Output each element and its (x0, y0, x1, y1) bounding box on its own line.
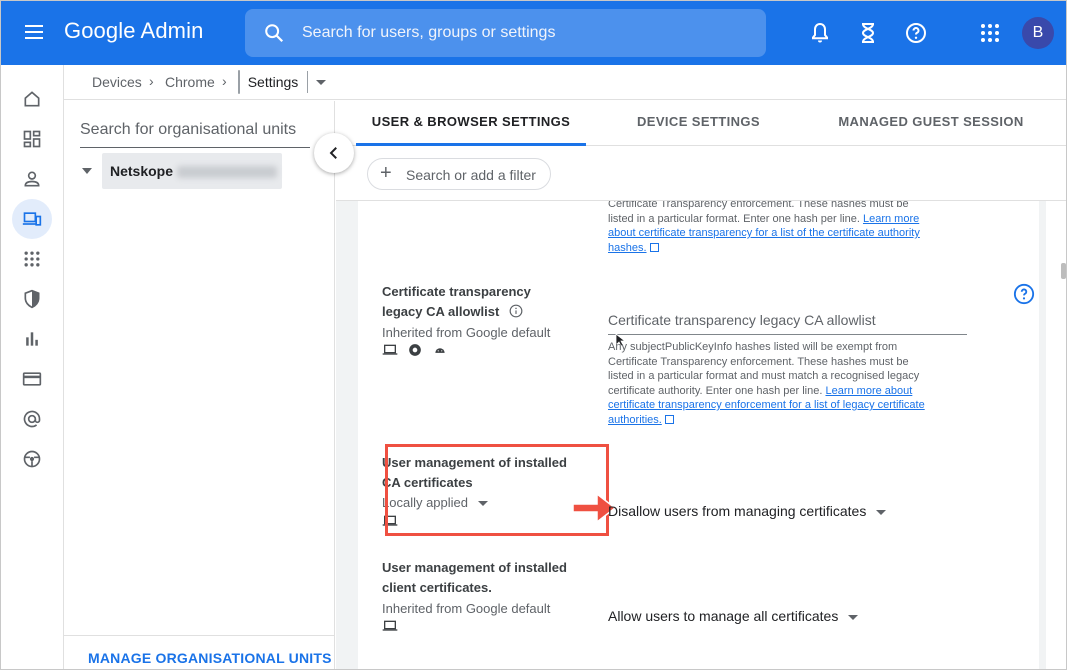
org-unit-name[interactable]: Netskope (102, 153, 282, 189)
tab-user-browser-settings[interactable]: USER & BROWSER SETTINGS (356, 101, 586, 146)
open-in-new-icon[interactable] (664, 414, 674, 424)
setting-name-line: Certificate transparency (382, 284, 531, 299)
org-search-input[interactable]: Search for organisational units (80, 121, 310, 148)
help-line: listed in a particular format and must m… (608, 370, 920, 382)
client-mgmt-value: Allow users to manage all certificates (608, 608, 839, 624)
rules-icon[interactable] (12, 439, 52, 479)
platform-icons (382, 343, 447, 362)
breadcrumb-current[interactable]: Settings (239, 71, 308, 93)
caret-down-icon[interactable] (876, 509, 887, 515)
org-units-panel: Search for organisational units Netskope… (64, 101, 335, 669)
reports-icon[interactable] (12, 319, 52, 359)
breadcrumb: Devices › Chrome › Settings (64, 65, 1066, 100)
chevron-left-icon (329, 147, 337, 159)
nav-rail (1, 65, 64, 669)
ct-enforcement-help: Certificate Transparency enforcement. Th… (608, 201, 968, 255)
apps-grid-icon[interactable] (978, 21, 1002, 45)
legacy-ca-setting-name: Certificate transparency legacy CA allow… (382, 282, 582, 322)
top-app-bar: Google Admin Search for users, groups or… (1, 1, 1066, 65)
org-unit-label: Netskope (110, 163, 174, 179)
client-mgmt-setting-name: User management of installed client cert… (382, 558, 582, 598)
expand-caret-icon[interactable] (82, 168, 92, 174)
breadcrumb-chrome[interactable]: Chrome (165, 74, 215, 90)
legacy-ca-allowlist-input[interactable]: Certificate transparency legacy CA allow… (608, 312, 967, 335)
security-icon[interactable] (12, 279, 52, 319)
setting-name-line: client certificates. (382, 580, 492, 595)
learn-more-link[interactable]: authorities. (608, 414, 662, 426)
open-in-new-icon[interactable] (649, 242, 659, 252)
devices-icon[interactable] (12, 199, 52, 239)
learn-more-link[interactable]: Learn more about (825, 385, 912, 397)
tab-device-settings[interactable]: DEVICE SETTINGS (606, 101, 791, 146)
person-icon[interactable] (12, 159, 52, 199)
help-line: Certificate Transparency enforcement. Th… (608, 355, 909, 368)
chevron-right-icon: › (149, 73, 154, 89)
collapse-panel-button[interactable] (314, 133, 354, 173)
help-line: Certificate Transparency enforcement. Th… (608, 201, 909, 210)
android-icon (435, 348, 445, 353)
laptop-icon (382, 344, 398, 355)
info-icon[interactable] (509, 304, 523, 318)
search-placeholder[interactable]: Search for users, groups or settings (302, 24, 555, 42)
account-avatar[interactable]: B (1022, 17, 1054, 49)
manage-bar: MANAGE ORGANISATIONAL UNITS (64, 635, 334, 669)
breadcrumb-current-selector[interactable]: Settings (238, 70, 326, 94)
filter-bar: + Search or add a filter (336, 147, 1066, 201)
learn-more-link[interactable]: hashes. (608, 242, 647, 254)
setting-name-line: legacy CA allowlist (382, 304, 500, 319)
ca-mgmt-value: Disallow users from managing certificate… (608, 503, 867, 519)
add-filter-chip[interactable]: + Search or add a filter (367, 158, 551, 190)
apps-icon[interactable] (12, 239, 52, 279)
add-filter-label: Search or add a filter (406, 167, 536, 183)
chevron-down-icon[interactable] (309, 71, 333, 93)
settings-tabs: USER & BROWSER SETTINGS DEVICE SETTINGS … (336, 101, 1066, 171)
help-icon[interactable] (904, 21, 928, 45)
help-line: Any subjectPublicKeyInfo hashes listed w… (608, 341, 898, 353)
legacy-ca-source: Inherited from Google default (382, 325, 551, 340)
help-line: certificate authority. Enter one hash pe… (608, 384, 823, 397)
brand-title[interactable]: Google Admin (64, 18, 203, 44)
redacted-text (177, 166, 278, 179)
laptop-icon (382, 620, 398, 631)
dashboard-icon[interactable] (12, 119, 52, 159)
manage-org-units-link[interactable]: MANAGE ORGANISATIONAL UNITS (88, 650, 332, 666)
caret-down-icon[interactable] (848, 614, 859, 620)
main-menu-icon[interactable] (23, 21, 47, 45)
learn-more-link[interactable]: about certificate transparency for a lis… (608, 227, 920, 239)
legacy-ca-help: Any subjectPublicKeyInfo hashes listed w… (608, 340, 968, 427)
search-icon (265, 24, 284, 43)
chevron-right-icon: › (222, 73, 227, 89)
billing-icon[interactable] (12, 359, 52, 399)
search-bar[interactable]: Search for users, groups or settings (245, 9, 766, 57)
client-mgmt-select[interactable]: Allow users to manage all certificates (608, 608, 859, 624)
notifications-icon[interactable] (808, 21, 832, 45)
tab-managed-guest-session-settings[interactable]: MANAGED GUEST SESSION SETTINGS (806, 101, 1056, 171)
help-circle-icon[interactable] (1013, 283, 1035, 305)
help-line: listed in a particular format. Enter one… (608, 212, 860, 225)
platform-icons (382, 619, 398, 638)
ca-mgmt-select[interactable]: Disallow users from managing certificate… (608, 503, 887, 519)
settings-card: Certificate Transparency enforcement. Th… (358, 201, 1039, 669)
home-icon[interactable] (12, 79, 52, 119)
setting-name-line: User management of installed (382, 560, 567, 575)
breadcrumb-devices[interactable]: Devices (92, 74, 142, 90)
client-mgmt-source: Inherited from Google default (382, 601, 551, 616)
tasks-hourglass-icon[interactable] (856, 21, 880, 45)
settings-content: Certificate Transparency enforcement. Th… (336, 201, 1046, 669)
account-icon[interactable] (12, 399, 52, 439)
learn-more-link[interactable]: Learn more (863, 213, 919, 225)
scrollbar-thumb[interactable] (1061, 263, 1066, 279)
plus-icon: + (380, 162, 392, 184)
admin-page: Google Admin Search for users, groups or… (0, 0, 1067, 670)
learn-more-link[interactable]: certificate transparency enforcement for… (608, 399, 925, 411)
chrome-icon (409, 344, 422, 356)
